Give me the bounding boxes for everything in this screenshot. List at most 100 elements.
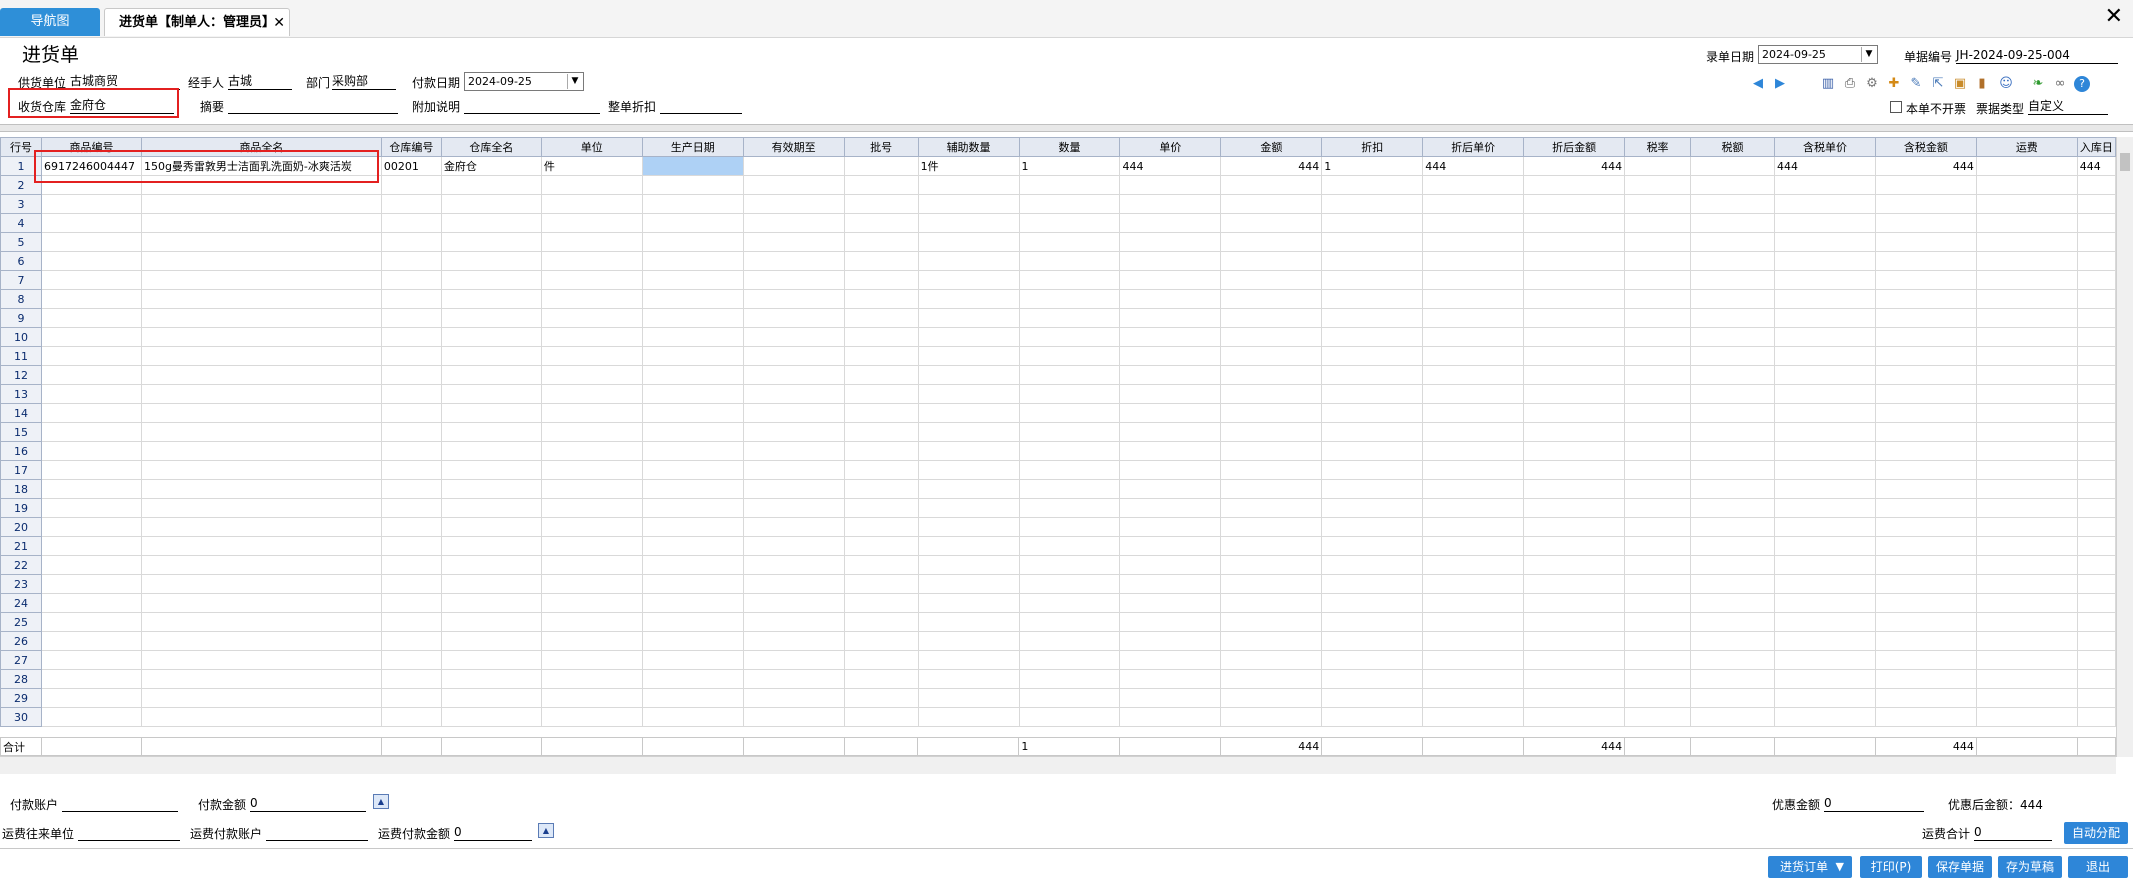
grid-cell[interactable] <box>1018 403 1121 423</box>
grid-cell[interactable] <box>742 251 845 271</box>
grid-cell[interactable] <box>1220 479 1323 499</box>
table-row[interactable]: 19 <box>0 498 2116 518</box>
table-row[interactable]: 8 <box>0 289 2116 309</box>
entry-date-picker[interactable]: 2024-09-25 ▼ <box>1758 45 1878 64</box>
grid-cell[interactable] <box>742 270 845 290</box>
grid-cell[interactable] <box>1523 536 1626 556</box>
grid-cell[interactable] <box>1690 593 1775 613</box>
grid-cell[interactable] <box>540 555 643 575</box>
grid-cell[interactable] <box>540 270 643 290</box>
grid-cell[interactable] <box>641 346 744 366</box>
unit-cell[interactable]: 件 <box>540 156 643 176</box>
col-header[interactable]: 数量 <box>1018 137 1121 157</box>
printer-icon[interactable]: ⎙ <box>1842 76 1858 92</box>
grid-cell[interactable] <box>1422 688 1525 708</box>
handler-field[interactable]: 古城 <box>228 74 292 90</box>
grid-cell[interactable] <box>2076 441 2116 461</box>
freight-amount-field[interactable]: 0 <box>454 825 532 841</box>
grid-cell[interactable] <box>140 707 382 727</box>
grid-cell[interactable] <box>40 346 142 366</box>
purchase-order-button[interactable]: 进货订单 ▼ <box>1768 856 1852 878</box>
grid-cell[interactable] <box>380 650 442 670</box>
grid-cell[interactable] <box>2076 593 2116 613</box>
grid-cell[interactable] <box>843 308 919 328</box>
department-field[interactable]: 采购部 <box>332 74 396 90</box>
grid-cell[interactable] <box>2076 270 2116 290</box>
grid-cell[interactable] <box>140 403 382 423</box>
grid-cell[interactable] <box>1119 346 1222 366</box>
grid-cell[interactable] <box>540 289 643 309</box>
grid-cell[interactable] <box>440 669 542 689</box>
grid-cell[interactable] <box>1422 384 1525 404</box>
grid-cell[interactable] <box>1321 365 1424 385</box>
grid-cell[interactable] <box>641 707 744 727</box>
tax-rate-cell[interactable] <box>1624 156 1692 176</box>
grid-cell[interactable] <box>917 517 1020 537</box>
grid-cell[interactable] <box>1018 384 1121 404</box>
grid-cell[interactable] <box>1690 213 1775 233</box>
col-header[interactable]: 含税单价 <box>1773 137 1876 157</box>
grid-cell[interactable] <box>1773 422 1876 442</box>
grid-cell[interactable] <box>1975 555 2078 575</box>
grid-cell[interactable] <box>1975 384 2078 404</box>
grid-cell[interactable] <box>843 270 919 290</box>
col-header[interactable]: 辅助数量 <box>917 137 1020 157</box>
grid-cell[interactable] <box>1119 289 1222 309</box>
horizontal-scrollbar[interactable] <box>0 756 2116 774</box>
grid-cell[interactable] <box>540 669 643 689</box>
grid-cell[interactable] <box>1422 612 1525 632</box>
grid-cell[interactable] <box>540 403 643 423</box>
table-row[interactable]: 20 <box>0 517 2116 537</box>
grid-cell[interactable] <box>1690 612 1775 632</box>
grid-cell[interactable] <box>1690 194 1775 214</box>
grid-cell[interactable] <box>440 441 542 461</box>
grid-cell[interactable] <box>1773 631 1876 651</box>
scroll-thumb[interactable] <box>2120 153 2130 171</box>
grid-cell[interactable] <box>1220 650 1323 670</box>
grid-cell[interactable] <box>540 650 643 670</box>
grid-cell[interactable] <box>40 536 142 556</box>
grid-cell[interactable] <box>1690 517 1775 537</box>
grid-cell[interactable] <box>1874 612 1977 632</box>
grid-cell[interactable] <box>641 536 744 556</box>
grid-cell[interactable] <box>1018 175 1121 195</box>
grid-cell[interactable] <box>641 194 744 214</box>
grid-cell[interactable] <box>742 422 845 442</box>
grid-cell[interactable] <box>380 631 442 651</box>
grid-cell[interactable] <box>440 422 542 442</box>
grid-cell[interactable] <box>380 612 442 632</box>
grid-cell[interactable] <box>1773 593 1876 613</box>
grid-cell[interactable] <box>1975 650 2078 670</box>
grid-cell[interactable] <box>742 574 845 594</box>
grid-cell[interactable] <box>1874 289 1977 309</box>
grid-cell[interactable] <box>1690 270 1775 290</box>
grid-cell[interactable] <box>1624 669 1692 689</box>
grid-cell[interactable] <box>843 346 919 366</box>
grid-cell[interactable] <box>1523 650 1626 670</box>
grid-cell[interactable] <box>380 232 442 252</box>
grid-cell[interactable] <box>1874 498 1977 518</box>
grid-cell[interactable] <box>1119 650 1222 670</box>
table-row[interactable]: 5 <box>0 232 2116 252</box>
col-header[interactable]: 批号 <box>843 137 919 157</box>
grid-cell[interactable] <box>140 251 382 271</box>
grid-cell[interactable] <box>1422 479 1525 499</box>
grid-cell[interactable] <box>1018 270 1121 290</box>
grid-cell[interactable] <box>641 327 744 347</box>
grid-cell[interactable] <box>540 232 643 252</box>
grid-cell[interactable] <box>1018 346 1121 366</box>
grid-cell[interactable] <box>1220 688 1323 708</box>
user-icon[interactable]: ☺ <box>1998 76 2014 92</box>
auto-allocate-button[interactable]: 自动分配 <box>2064 822 2128 844</box>
grid-cell[interactable] <box>140 346 382 366</box>
grid-cell[interactable] <box>40 707 142 727</box>
grid-cell[interactable] <box>843 479 919 499</box>
grid-cell[interactable] <box>1975 327 2078 347</box>
grid-cell[interactable] <box>742 175 845 195</box>
grid-cell[interactable] <box>380 194 442 214</box>
grid-cell[interactable] <box>2076 574 2116 594</box>
grid-cell[interactable] <box>1523 403 1626 423</box>
grid-cell[interactable] <box>140 384 382 404</box>
grid-cell[interactable] <box>380 536 442 556</box>
table-row[interactable]: 21 <box>0 536 2116 556</box>
